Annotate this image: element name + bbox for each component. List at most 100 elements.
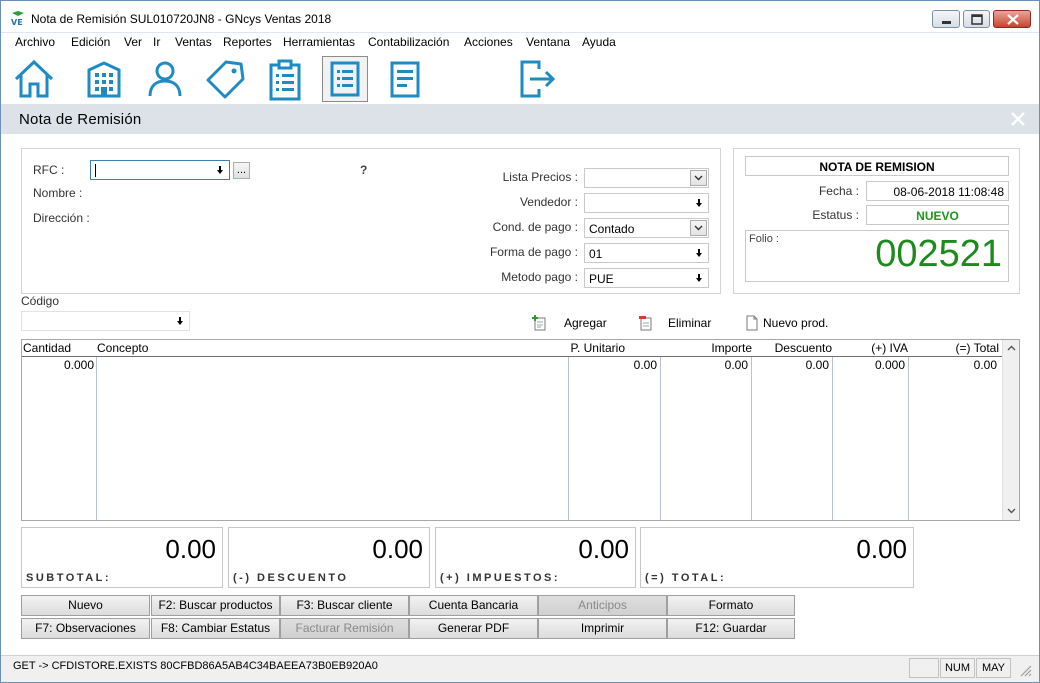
cuenta-bancaria-button[interactable]: Cuenta Bancaria	[409, 595, 538, 616]
new-product-button[interactable]: Nuevo prod.	[744, 315, 839, 332]
fecha-value: 08-06-2018 11:08:48	[866, 181, 1009, 201]
observaciones-button[interactable]: F7: Observaciones	[21, 618, 150, 639]
menu-reportes[interactable]: Reportes	[223, 35, 272, 49]
clients-button[interactable]	[142, 56, 188, 102]
menu-contabilizacion[interactable]: Contabilización	[368, 35, 449, 49]
delete-item-button[interactable]: Eliminar	[638, 316, 723, 332]
remission-button[interactable]	[322, 56, 368, 102]
cell-total[interactable]: 0.00	[910, 358, 997, 372]
menu-ventas[interactable]: Ventas	[175, 35, 212, 49]
chevron-down-icon[interactable]	[1006, 505, 1017, 516]
col-p-unitario[interactable]: P. Unitario	[522, 341, 625, 355]
products-button[interactable]	[202, 56, 248, 102]
cond-pago-select[interactable]: Contado	[584, 218, 709, 238]
col-descuento[interactable]: Descuento	[752, 341, 832, 355]
close-window-button[interactable]	[993, 10, 1031, 28]
cell-iva[interactable]: 0.000	[834, 358, 905, 372]
menu-ventana[interactable]: Ventana	[526, 35, 570, 49]
codigo-input[interactable]	[21, 311, 190, 331]
rfc-lookup-button[interactable]: ...	[233, 162, 250, 179]
column-divider	[751, 357, 752, 520]
col-total[interactable]: (=) Total	[909, 341, 999, 355]
vendedor-input[interactable]	[584, 193, 709, 213]
caps-lock-indicator: MAY	[976, 658, 1011, 678]
nombre-label: Nombre :	[33, 186, 83, 200]
total-label: (=) TOTAL:	[645, 572, 727, 584]
facturar-remision-button[interactable]: Facturar Remisión	[280, 618, 409, 639]
metodo-pago-input[interactable]: PUE	[584, 268, 709, 288]
col-iva[interactable]: (+) IVA	[833, 341, 908, 355]
list-document-icon	[330, 61, 360, 97]
resize-grip-icon[interactable]	[1017, 662, 1033, 678]
chevron-down-icon	[694, 225, 703, 231]
guardar-button[interactable]: F12: Guardar	[667, 618, 795, 639]
folio-label: Folio :	[749, 233, 779, 245]
arrow-down-icon	[696, 274, 702, 282]
col-cantidad[interactable]: Cantidad	[23, 341, 71, 355]
num-lock-indicator: NUM	[940, 658, 975, 678]
items-grid[interactable]: Cantidad Concepto P. Unitario Importe De…	[21, 339, 1020, 521]
document-icon	[390, 61, 420, 98]
menu-ver[interactable]: Ver	[124, 35, 142, 49]
cond-pago-label: Cond. de pago :	[492, 220, 578, 234]
delete-document-icon	[639, 316, 652, 331]
buscar-productos-button[interactable]: F2: Buscar productos	[151, 595, 280, 616]
menu-edicion[interactable]: Edición	[71, 35, 110, 49]
minimize-button[interactable]	[932, 10, 960, 28]
vertical-scrollbar[interactable]	[1002, 340, 1019, 520]
forma-pago-label: Forma de pago :	[489, 245, 578, 259]
menu-bar: Archivo Edición Ver Ir Ventas Reportes H…	[1, 33, 1039, 51]
maximize-button[interactable]	[963, 10, 990, 28]
arrow-down-icon	[696, 249, 702, 257]
cell-descuento[interactable]: 0.00	[753, 358, 829, 372]
buscar-cliente-button[interactable]: F3: Buscar cliente	[280, 595, 409, 616]
status-message: GET -> CFDISTORE.EXISTS 80CFBD86A5AB4C34…	[13, 660, 378, 672]
title-bar: VE Nota de Remisión SUL010720JN8 - GNcys…	[1, 1, 1039, 33]
document-type-header: NOTA DE REMISION	[745, 156, 1009, 176]
orders-button[interactable]	[262, 56, 308, 102]
column-divider	[568, 357, 569, 520]
fecha-label: Fecha :	[818, 184, 859, 198]
rfc-input[interactable]	[90, 160, 230, 180]
col-importe[interactable]: Importe	[662, 341, 752, 355]
col-concepto[interactable]: Concepto	[97, 341, 148, 355]
folio-box: Folio : 002521	[745, 230, 1009, 282]
cell-importe[interactable]: 0.00	[662, 358, 748, 372]
impuestos-value: 0.00	[578, 534, 629, 564]
imprimir-button[interactable]: Imprimir	[538, 618, 667, 639]
anticipos-button[interactable]: Anticipos	[538, 595, 667, 616]
cambiar-estatus-button[interactable]: F8: Cambiar Estatus	[151, 618, 280, 639]
combo-button[interactable]	[690, 170, 707, 186]
company-button[interactable]	[81, 56, 127, 102]
exit-button[interactable]	[513, 56, 559, 102]
forma-pago-input[interactable]: 01	[584, 243, 709, 263]
client-panel: RFC : ... ? Nombre : Dirección : Lista P…	[21, 148, 721, 294]
column-divider	[908, 357, 909, 520]
cell-p-unitario[interactable]: 0.00	[570, 358, 657, 372]
generar-pdf-button[interactable]: Generar PDF	[409, 618, 538, 639]
menu-archivo[interactable]: Archivo	[15, 35, 55, 49]
combo-button[interactable]	[690, 220, 707, 236]
help-icon[interactable]: ?	[360, 163, 367, 177]
subtotal-label: SUBTOTAL:	[26, 572, 112, 584]
formato-button[interactable]: Formato	[667, 595, 795, 616]
lista-precios-select[interactable]	[584, 168, 709, 188]
column-divider	[660, 357, 661, 520]
menu-ir[interactable]: Ir	[153, 35, 160, 49]
menu-acciones[interactable]: Acciones	[464, 35, 513, 49]
add-item-button[interactable]: Agregar	[532, 315, 612, 332]
direccion-label: Dirección :	[33, 211, 90, 225]
home-button[interactable]	[11, 56, 57, 102]
cell-cantidad[interactable]: 0.000	[22, 358, 94, 372]
menu-ayuda[interactable]: Ayuda	[582, 35, 616, 49]
building-icon	[87, 61, 121, 98]
impuestos-label: (+) IMPUESTOS:	[440, 572, 561, 584]
add-document-icon	[532, 315, 546, 331]
invoice-button[interactable]	[382, 56, 428, 102]
nuevo-button[interactable]: Nuevo	[21, 595, 150, 616]
chevron-up-icon[interactable]	[1006, 343, 1017, 354]
subtotal-box: 0.00 SUBTOTAL:	[21, 527, 223, 588]
close-icon[interactable]	[1009, 110, 1027, 128]
vendedor-label: Vendedor :	[519, 195, 578, 209]
menu-herramientas[interactable]: Herramientas	[283, 35, 355, 49]
